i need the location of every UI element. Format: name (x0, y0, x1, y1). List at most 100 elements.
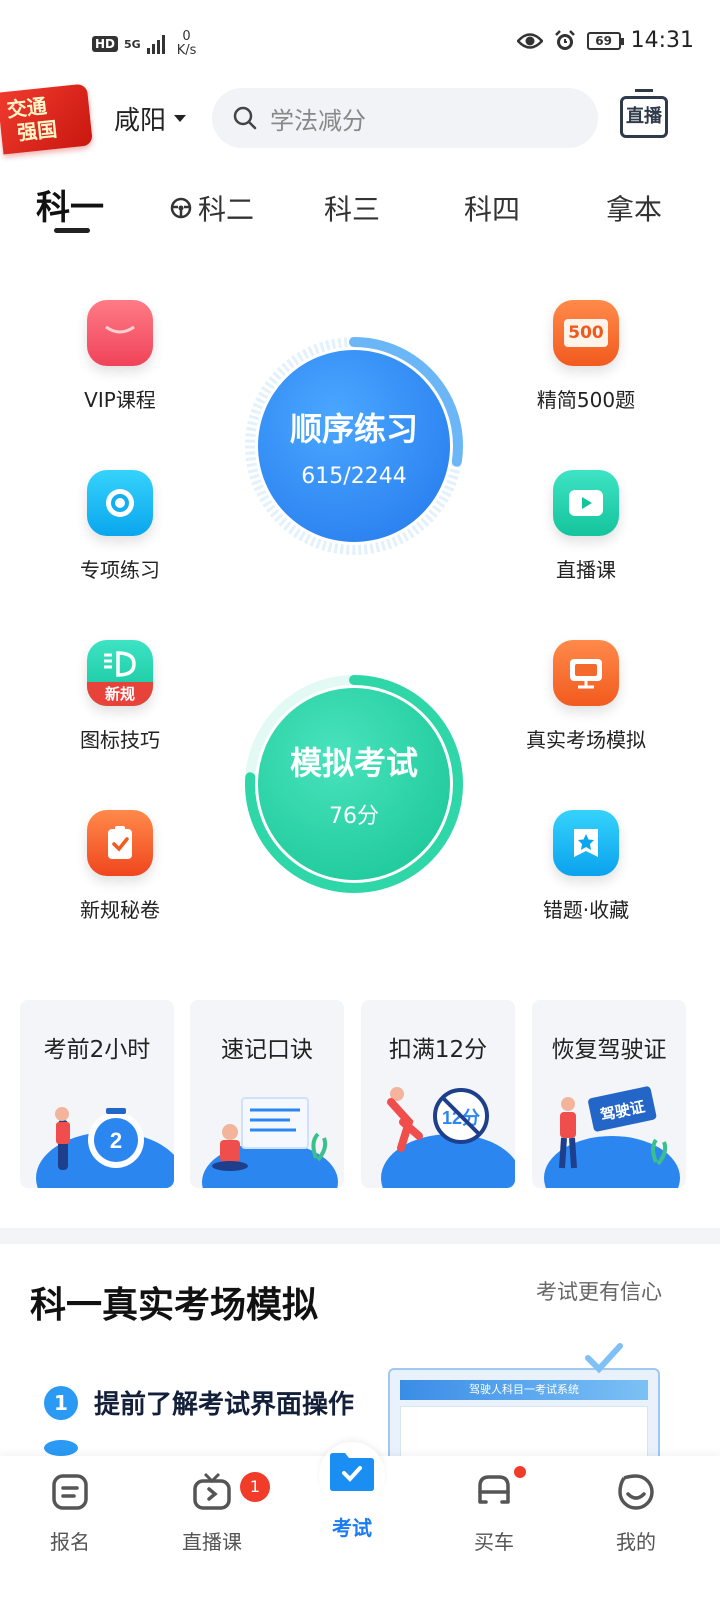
stopwatch-number: 2 (110, 1128, 122, 1153)
nav-baoming[interactable]: 报名 (10, 1472, 130, 1555)
steering-wheel-icon (170, 197, 192, 219)
card-suji-koujue[interactable]: 速记口诀 (190, 1000, 344, 1188)
bookmark-star-icon (553, 810, 619, 876)
jingjian-500-item[interactable]: 500 精简500题 (506, 300, 666, 413)
caret-down-icon (174, 115, 187, 122)
tab-ke1[interactable]: 科一 (36, 180, 104, 229)
nav-wode[interactable]: 我的 (576, 1472, 696, 1555)
exam-title: 模拟考试 (289, 744, 418, 782)
zhuanxiang-label: 专项练习 (80, 558, 160, 582)
license-illustration: 驾驶证 (544, 1086, 680, 1188)
nav-maiche-label: 买车 (474, 1530, 514, 1554)
nav-maiche-dot (514, 1466, 526, 1478)
zhibo-course-item[interactable]: 直播课 (506, 470, 666, 583)
preview-body (400, 1406, 648, 1462)
monitor-icon (553, 640, 619, 706)
practice-progress: 615/2244 (301, 463, 407, 489)
city-selector[interactable]: 咸阳 (114, 100, 187, 137)
clock: 14:31 (630, 28, 694, 53)
twelve-points-illustration: 12分 (381, 1087, 515, 1188)
jingjian-500-label: 精简500题 (536, 388, 636, 412)
smile-icon (618, 1474, 654, 1510)
card-kaoqian-2h[interactable]: 考前2小时 2 (20, 1000, 174, 1188)
vip-course-item[interactable]: VIP课程 (40, 300, 200, 413)
nav-kaoshi[interactable]: 考试 (292, 1442, 412, 1541)
checkmark-icon (585, 1343, 623, 1374)
tab-ke3[interactable]: 科三 (324, 188, 380, 228)
car-icon (478, 1475, 510, 1504)
vip-course-label: VIP课程 (84, 388, 156, 412)
status-left: HD 5G 0 K/s (92, 30, 196, 58)
preview-caption: 驾驶人科目一考试系统 (400, 1380, 648, 1400)
nav-zhiboke-label: 直播课 (182, 1530, 242, 1554)
card-kaoqian-title: 考前2小时 (43, 1037, 151, 1063)
section-subtitle[interactable]: 考试更有信心 (536, 1276, 662, 1306)
status-bar: HD 5G 0 K/s 69 14:31 (0, 0, 720, 80)
card-kouman-12[interactable]: 扣满12分 12分 (361, 1000, 515, 1188)
target-icon (87, 470, 153, 536)
jiaotong-qiangguo-badge[interactable]: 交通 强国 (0, 83, 93, 155)
card-kouman-title: 扣满12分 (388, 1037, 488, 1063)
zhibo-course-label: 直播课 (556, 558, 616, 582)
card-huifu-title: 恢复驾驶证 (551, 1037, 667, 1063)
nav-maiche[interactable]: 买车 (434, 1466, 554, 1555)
xingui-mijuan-label: 新规秘卷 (80, 898, 160, 922)
subject-tabs: 科一 科二 科三 科四 拿本 (0, 180, 720, 240)
tip-number-partial (44, 1440, 78, 1456)
live-tv-button[interactable]: 直播 (620, 89, 668, 138)
zhenshi-kaochang-item[interactable]: 真实考场模拟 (506, 640, 666, 753)
cuoti-shoucang-label: 错题·收藏 (542, 898, 630, 922)
search-placeholder: 学法减分 (270, 106, 366, 135)
tip-number: 1 (44, 1385, 78, 1420)
network-type: 5G (124, 37, 141, 51)
video-play-icon (553, 470, 619, 536)
nav-zhiboke-badge: 1 (240, 1472, 270, 1502)
active-tab-indicator (54, 228, 90, 233)
exam-icon-wrap (319, 1442, 385, 1508)
zhuanxiang-item[interactable]: 专项练习 (40, 470, 200, 583)
status-right: 69 14:31 (516, 28, 694, 53)
eye-icon (516, 32, 543, 49)
xingui-badge: 新规 (87, 682, 153, 706)
tv-icon (193, 1472, 231, 1510)
tubiao-label: 图标技巧 (80, 728, 160, 752)
exam-score: 76分 (329, 804, 379, 829)
signal-icon (146, 34, 165, 54)
section-divider (0, 1228, 720, 1244)
practice-circle: 顺序练习 615/2244 (258, 350, 450, 542)
tip-item-2-partial (44, 1440, 78, 1456)
sequential-practice-button[interactable]: 顺序练习 615/2244 (242, 334, 466, 558)
cuoti-shoucang-item[interactable]: 错题·收藏 (506, 810, 666, 923)
nav-wode-label: 我的 (616, 1530, 656, 1554)
tip-text: 提前了解考试界面操作 (94, 1390, 355, 1420)
hd-icon: HD (92, 36, 119, 52)
badge-500-text: 500 (564, 319, 608, 347)
search-input[interactable]: 学法减分 (212, 88, 598, 148)
card-huifu-jiashizheng[interactable]: 恢复驾驶证 驾驶证 (532, 1000, 686, 1188)
alarm-icon (554, 29, 575, 50)
nav-baoming-label: 报名 (50, 1530, 90, 1554)
tab-ke2[interactable]: 科二 (170, 188, 254, 228)
exam-circle: 模拟考试 76分 (258, 688, 450, 880)
practice-title: 顺序练习 (289, 409, 418, 448)
nav-kaoshi-label: 考试 (332, 1516, 372, 1540)
city-label: 咸阳 (114, 106, 167, 136)
tubiao-item[interactable]: 新规 图标技巧 (40, 640, 200, 753)
mock-exam-button[interactable]: 模拟考试 76分 (242, 672, 466, 896)
tab-naben[interactable]: 拿本 (606, 188, 662, 228)
form-icon (52, 1474, 88, 1510)
zhenshi-kaochang-label: 真实考场模拟 (526, 728, 646, 752)
folder-check-icon (330, 1453, 374, 1491)
headlight-icon: 新规 (87, 640, 153, 706)
stopwatch-illustration: 2 (36, 1107, 174, 1188)
battery-icon: 69 (586, 31, 624, 50)
tab-ke4[interactable]: 科四 (464, 188, 520, 228)
card-suji-title: 速记口诀 (221, 1037, 313, 1063)
search-icon (233, 106, 257, 130)
clipboard-check-icon (87, 810, 153, 876)
xingui-mijuan-item[interactable]: 新规秘卷 (40, 810, 200, 923)
bottom-nav: 报名 直播课 1 考试 买车 我的 (0, 1442, 720, 1600)
nav-zhiboke[interactable]: 直播课 1 (152, 1472, 272, 1555)
book-500-icon: 500 (553, 300, 619, 366)
vip-course-icon (87, 300, 153, 366)
